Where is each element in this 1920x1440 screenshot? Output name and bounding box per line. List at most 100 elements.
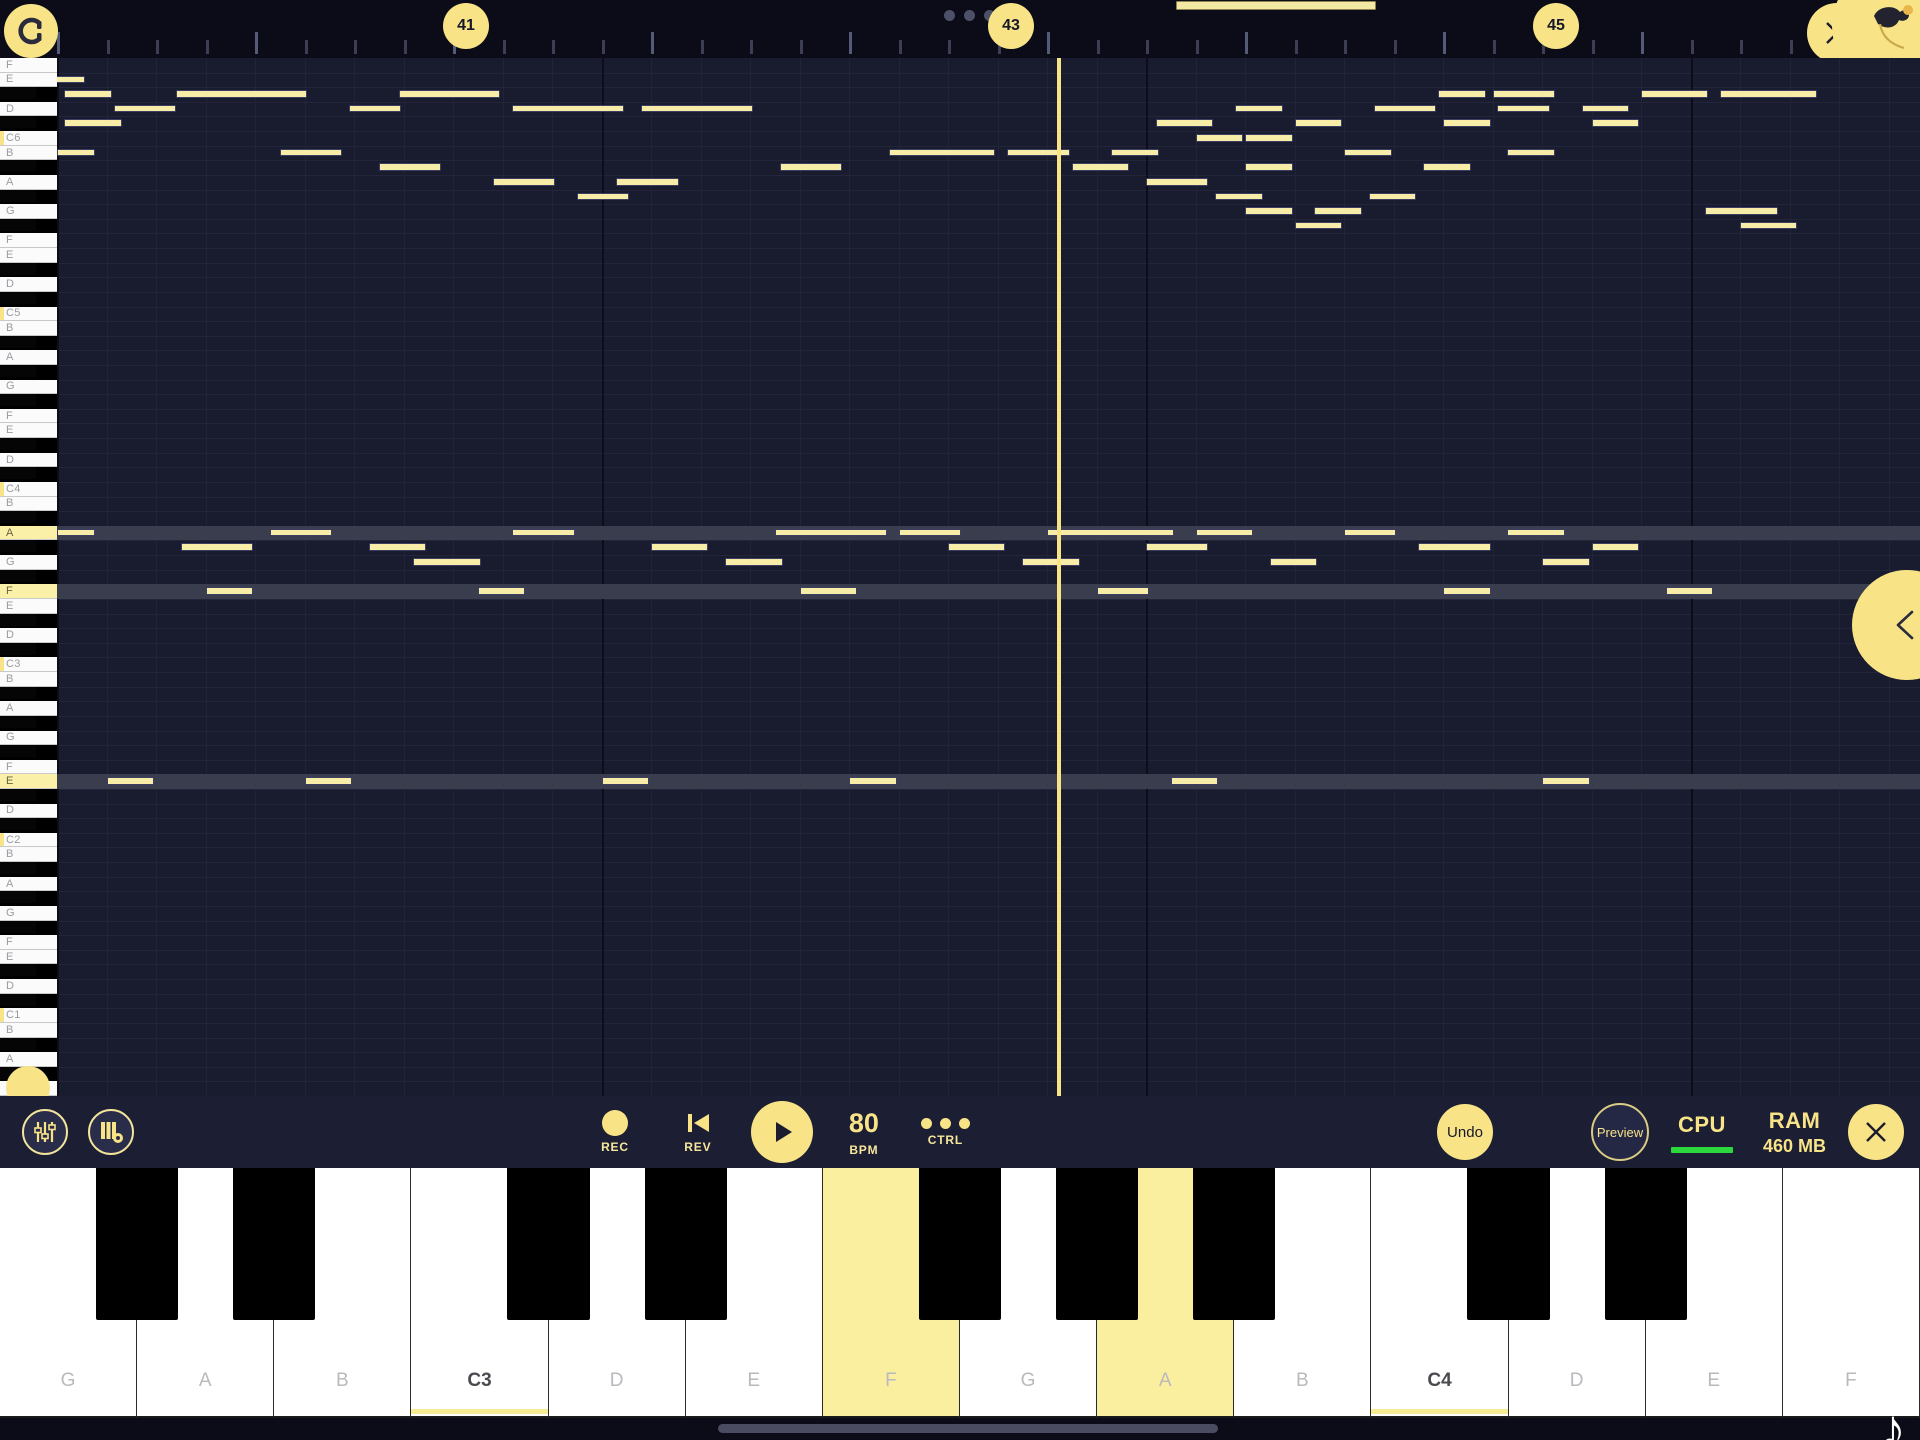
note-block[interactable] bbox=[1581, 104, 1630, 113]
note-block[interactable] bbox=[1294, 119, 1342, 128]
piano-key-d[interactable]: D bbox=[0, 101, 57, 117]
note-block[interactable] bbox=[1195, 528, 1253, 537]
piano-key-g#[interactable] bbox=[0, 715, 36, 728]
note-block[interactable] bbox=[368, 543, 427, 552]
note-block[interactable] bbox=[64, 90, 112, 98]
note-block[interactable] bbox=[1542, 777, 1590, 785]
note-block[interactable] bbox=[1542, 558, 1590, 566]
keyboard-black-key[interactable] bbox=[1604, 1168, 1687, 1320]
note-block[interactable] bbox=[492, 177, 555, 186]
timeline-ruler[interactable]: 41 43 45 bbox=[0, 0, 1920, 58]
scrollbar-thumb[interactable] bbox=[718, 1424, 1218, 1433]
note-block[interactable] bbox=[1071, 163, 1130, 171]
undo-button[interactable]: Undo bbox=[1436, 1104, 1493, 1160]
note-block[interactable] bbox=[205, 587, 253, 595]
note-block[interactable] bbox=[1170, 777, 1219, 785]
note-block[interactable] bbox=[398, 90, 501, 98]
piano-key-b[interactable]: B bbox=[0, 496, 57, 512]
note-block[interactable] bbox=[1146, 177, 1209, 186]
piano-key-d[interactable]: D bbox=[0, 277, 57, 292]
note-block[interactable] bbox=[1368, 192, 1417, 201]
keyboard-black-key[interactable] bbox=[644, 1168, 727, 1320]
horizontal-piano-keyboard[interactable]: G A B C3 D E F G A B C4 D E F bbox=[0, 1168, 1920, 1418]
piano-key-c4[interactable]: C4 bbox=[0, 481, 57, 497]
note-block[interactable] bbox=[1111, 148, 1159, 157]
note-block[interactable] bbox=[888, 148, 996, 157]
piano-key-f#[interactable] bbox=[0, 569, 36, 582]
piano-key-c#[interactable] bbox=[0, 467, 36, 480]
piano-key-f[interactable]: F bbox=[0, 935, 57, 950]
piano-key-f#[interactable] bbox=[0, 745, 36, 758]
note-block[interactable] bbox=[512, 528, 575, 537]
note-block[interactable] bbox=[1022, 558, 1080, 566]
note-block[interactable] bbox=[948, 543, 1006, 552]
app-logo-button[interactable] bbox=[4, 4, 58, 58]
piano-key-d[interactable]: D bbox=[0, 979, 57, 994]
note-block[interactable] bbox=[1215, 192, 1263, 201]
piano-key-d[interactable]: D bbox=[0, 628, 57, 643]
note-block[interactable] bbox=[1344, 148, 1392, 157]
note-block[interactable] bbox=[1423, 163, 1471, 171]
note-block[interactable] bbox=[849, 777, 897, 785]
note-block[interactable] bbox=[1591, 543, 1639, 552]
keyboard-black-key[interactable] bbox=[96, 1168, 179, 1320]
note-block[interactable] bbox=[1507, 148, 1555, 157]
note-block[interactable] bbox=[1641, 90, 1709, 98]
piano-key-d#[interactable] bbox=[0, 438, 36, 451]
piano-key-d#[interactable] bbox=[0, 788, 36, 801]
note-block[interactable] bbox=[616, 177, 679, 186]
note-block[interactable] bbox=[651, 543, 709, 552]
piano-key-e[interactable]: E bbox=[0, 598, 57, 614]
keyboard-black-key[interactable] bbox=[233, 1168, 316, 1320]
rewind-button[interactable]: REV bbox=[683, 1110, 713, 1154]
piano-key-a[interactable]: A bbox=[0, 701, 57, 716]
piano-key-g#[interactable] bbox=[0, 540, 36, 553]
note-block[interactable] bbox=[106, 777, 154, 785]
piano-key-d#[interactable] bbox=[0, 964, 36, 977]
note-block[interactable] bbox=[1665, 587, 1714, 595]
piano-key-c#[interactable] bbox=[0, 291, 36, 304]
piano-key-c6[interactable]: C6 bbox=[0, 131, 57, 146]
piano-key-b[interactable]: B bbox=[0, 145, 57, 161]
piano-key-e[interactable]: E bbox=[0, 774, 57, 789]
piano-key-g[interactable]: G bbox=[0, 905, 57, 921]
note-block[interactable] bbox=[1443, 587, 1491, 595]
note-block[interactable] bbox=[1418, 543, 1491, 552]
piano-key-d#[interactable] bbox=[0, 613, 36, 626]
piano-key-f[interactable]: F bbox=[0, 584, 57, 599]
note-block[interactable] bbox=[1497, 104, 1550, 113]
note-block[interactable] bbox=[601, 777, 649, 785]
keyboard-black-key[interactable] bbox=[1467, 1168, 1550, 1320]
playhead[interactable] bbox=[1057, 58, 1061, 1096]
note-block[interactable] bbox=[57, 148, 95, 157]
note-block[interactable] bbox=[269, 528, 333, 537]
piano-key-f#[interactable] bbox=[0, 218, 36, 231]
note-block[interactable] bbox=[779, 163, 843, 171]
note-block[interactable] bbox=[1373, 104, 1437, 113]
note-block[interactable] bbox=[1294, 221, 1342, 230]
piano-key-a[interactable]: A bbox=[0, 525, 57, 541]
piano-key-a#[interactable] bbox=[0, 862, 36, 875]
play-button[interactable] bbox=[750, 1101, 813, 1163]
keyboard-black-key[interactable] bbox=[507, 1168, 590, 1320]
note-block[interactable] bbox=[1438, 90, 1486, 98]
note-block[interactable] bbox=[378, 163, 442, 171]
note-block[interactable] bbox=[1245, 134, 1293, 142]
piano-key-c1[interactable]: C1 bbox=[0, 1008, 57, 1023]
piano-key-a[interactable]: A bbox=[0, 350, 57, 365]
piano-key-g[interactable]: G bbox=[0, 730, 57, 746]
piano-key-g#[interactable] bbox=[0, 189, 36, 202]
piano-key-c#[interactable] bbox=[0, 818, 36, 831]
bar-marker[interactable]: 43 bbox=[988, 3, 1034, 49]
note-block[interactable] bbox=[799, 587, 857, 595]
note-block[interactable] bbox=[304, 777, 352, 785]
note-block[interactable] bbox=[1155, 119, 1214, 128]
panel-grab-handle[interactable] bbox=[944, 10, 995, 21]
piano-key-b[interactable]: B bbox=[0, 321, 57, 336]
piano-key-a[interactable]: A bbox=[0, 1052, 57, 1067]
mixer-button[interactable] bbox=[22, 1109, 68, 1155]
vertical-piano-keys[interactable]: F E D C6 B A G F E D C5 B A G F E D C4 B A G F E D C3 B A G F E D C2 B A G… bbox=[0, 58, 57, 1096]
piano-key-a#[interactable] bbox=[0, 160, 36, 173]
note-block[interactable] bbox=[898, 528, 961, 537]
note-block[interactable] bbox=[1443, 119, 1491, 128]
